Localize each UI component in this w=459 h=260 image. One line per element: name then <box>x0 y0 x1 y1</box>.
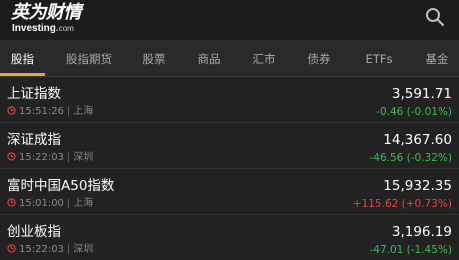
instrument-name: 上证指数 <box>7 86 61 102</box>
quote-meta: 15:01:00 | 上海 <box>7 198 93 210</box>
meta-separator: | <box>66 152 71 163</box>
quote-time: 15:51:26 <box>19 106 64 117</box>
logo-sub-brand: Investing <box>12 23 56 34</box>
app-logo-subtitle: Investing.com <box>12 23 74 34</box>
meta-separator: | <box>66 244 71 255</box>
clock-icon <box>7 152 16 161</box>
exchange-name: 上海 <box>73 198 94 209</box>
quote-time: 15:01:00 <box>19 198 64 209</box>
quote-row[interactable]: 深证成指 15:22:03 | 深圳 14,367.60 -46.56 (-0.32… <box>0 123 459 169</box>
last-price: 3,591.71 <box>391 86 452 102</box>
active-tab-indicator <box>0 73 45 76</box>
tab-index-futures[interactable]: 股指期货 <box>54 40 124 76</box>
tab-stocks[interactable]: 股票 <box>133 40 175 76</box>
tab-forex[interactable]: 汇市 <box>243 40 285 76</box>
last-price: 14,367.60 <box>383 132 452 148</box>
quote-time: 15:22:03 <box>19 152 64 163</box>
price-change: -0.46 (-0.01%) <box>376 106 452 118</box>
exchange-name: 深圳 <box>73 244 94 255</box>
quote-row[interactable]: 上证指数 15:51:26 | 上海 3,591.71 -0.46 (-0.01%) <box>0 77 459 123</box>
tab-bonds[interactable]: 债券 <box>298 40 340 76</box>
tab-commodities[interactable]: 商品 <box>188 40 230 76</box>
price-change: -46.56 (-0.32%) <box>369 152 452 164</box>
clock-icon <box>7 244 16 253</box>
instrument-name: 富时中国A50指数 <box>7 178 115 194</box>
quote-row[interactable]: 富时中国A50指数 15:01:00 | 上海 15,932.35 +115.62 … <box>0 169 459 215</box>
quote-meta: 15:22:03 | 深圳 <box>7 152 93 164</box>
search-icon[interactable] <box>425 7 445 27</box>
last-price: 3,196.19 <box>391 224 452 240</box>
app-logo[interactable]: 英为财情 <box>11 3 82 23</box>
app-header: 英为财情 Investing.com <box>0 0 459 40</box>
instrument-name: 深证成指 <box>7 132 61 148</box>
last-price: 15,932.35 <box>383 178 452 194</box>
quote-meta: 15:51:26 | 上海 <box>7 106 93 118</box>
category-tabs: 股指 股指期货 股票 商品 汇市 债券 ETFs 基金 <box>0 40 459 77</box>
tab-indices[interactable]: 股指 <box>0 40 45 76</box>
quote-meta: 15:22:03 | 深圳 <box>7 244 93 256</box>
quote-time: 15:22:03 <box>19 244 64 255</box>
exchange-name: 上海 <box>73 106 94 117</box>
clock-icon <box>7 198 16 207</box>
exchange-name: 深圳 <box>73 152 94 163</box>
price-change: -47.01 (-1.45%) <box>369 244 452 256</box>
tab-etfs[interactable]: ETFs <box>356 40 402 76</box>
price-change: +115.62 (+0.73%) <box>352 198 452 210</box>
instrument-name: 创业板指 <box>7 224 61 240</box>
quote-row[interactable]: 创业板指 15:22:03 | 深圳 3,196.19 -47.01 (-1.45%… <box>0 215 459 260</box>
meta-separator: | <box>66 198 71 209</box>
logo-sub-com: com <box>58 24 74 33</box>
meta-separator: | <box>66 106 71 117</box>
clock-icon <box>7 106 16 115</box>
tab-funds[interactable]: 基金 <box>415 40 459 76</box>
